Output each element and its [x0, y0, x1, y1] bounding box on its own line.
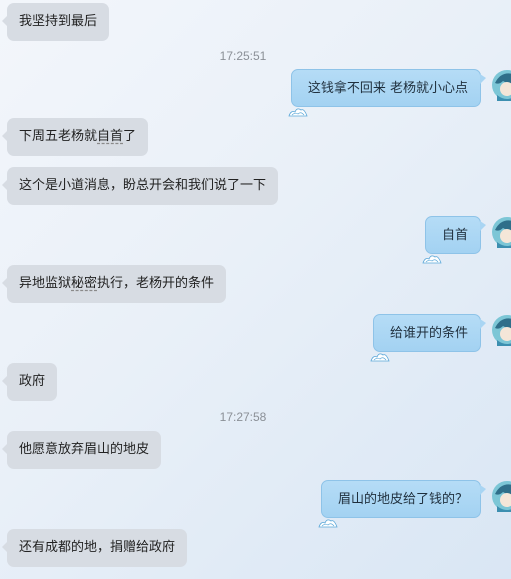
- message-bubble[interactable]: 这钱拿不回来 老杨就小心点: [288, 69, 487, 117]
- message-timestamp: 17:27:58: [219, 410, 267, 424]
- message-bubble[interactable]: 我坚持到最后: [1, 3, 110, 41]
- message-bubble[interactable]: 政府: [1, 363, 58, 401]
- message-bubble[interactable]: 还有成都的地，捐赠给政府: [1, 529, 188, 567]
- wave-icon: [370, 340, 390, 362]
- message-bubble[interactable]: 这个是小道消息，盼总开会和我们说了一下: [1, 167, 279, 205]
- underlined-keyword[interactable]: 秘密: [71, 276, 97, 291]
- message-bubble[interactable]: 眉山的地皮给了钱的？: [318, 480, 487, 528]
- message-bubble[interactable]: 下周五老杨就自首了: [1, 118, 149, 156]
- avatar-icon[interactable]: [491, 216, 511, 248]
- wave-icon: [422, 242, 442, 264]
- message-bubble[interactable]: 他愿意放弃眉山的地皮: [1, 431, 162, 469]
- message-bubble[interactable]: 自首: [422, 216, 487, 264]
- chat-message-list[interactable]: 我坚持到最后 17:25:51 这钱拿不回来 老杨就小心点下周五老杨就自首了这个是小…: [0, 0, 511, 579]
- avatar-icon[interactable]: [491, 480, 511, 512]
- wave-icon: [318, 506, 338, 528]
- avatar-icon[interactable]: [491, 314, 511, 346]
- underlined-keyword[interactable]: 自首: [97, 129, 123, 144]
- message-timestamp: 17:25:51: [219, 49, 267, 63]
- message-bubble[interactable]: 异地监狱秘密执行，老杨开的条件: [1, 265, 227, 303]
- avatar-icon[interactable]: [491, 69, 511, 101]
- message-bubble[interactable]: 给谁开的条件: [370, 314, 487, 362]
- wave-icon: [288, 95, 308, 117]
